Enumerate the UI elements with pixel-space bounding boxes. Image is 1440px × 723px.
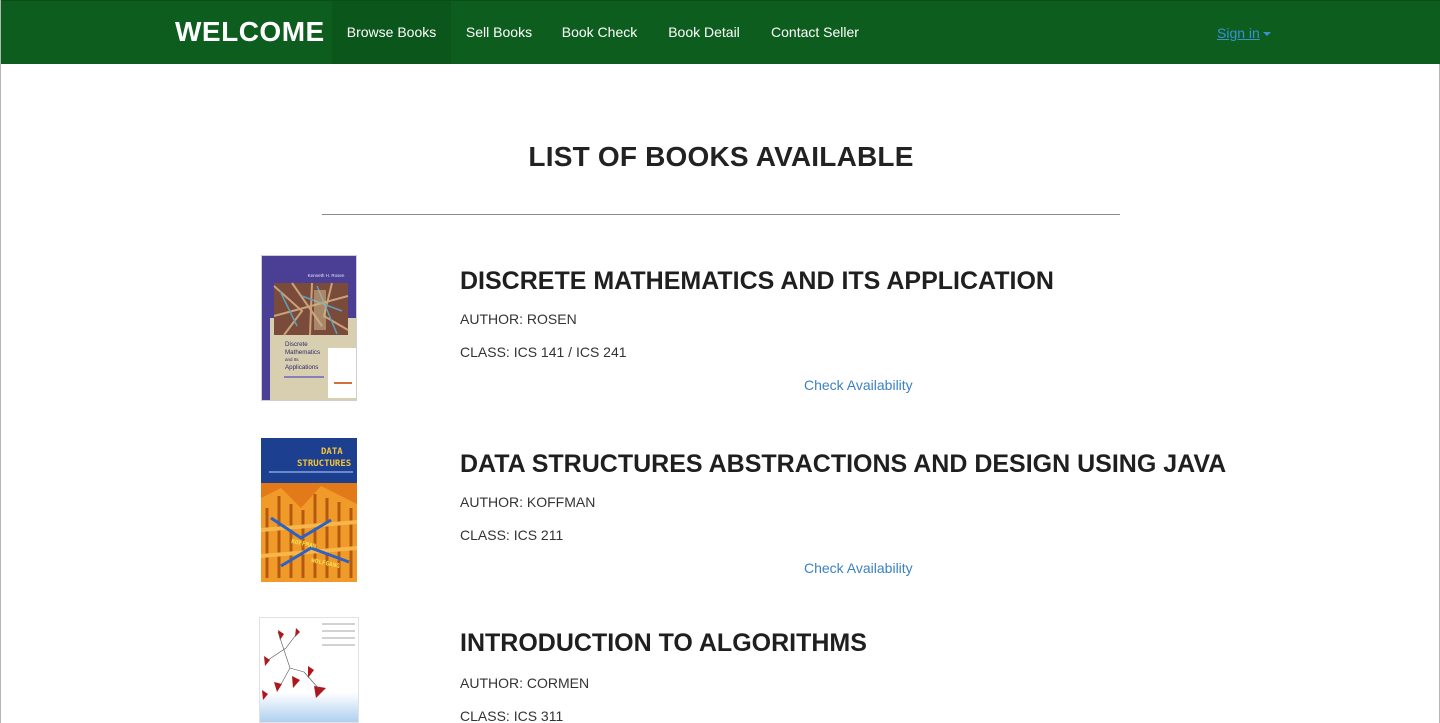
check-availability-link[interactable]: Check Availability <box>804 560 913 576</box>
book-cover-image <box>259 617 359 723</box>
check-availability-link[interactable]: Check Availability <box>804 377 913 393</box>
discrete-math-cover-art: Kenneth H. Rosen Discrete Mathematics an… <box>262 256 356 400</box>
book-title: INTRODUCTION TO ALGORITHMS <box>460 629 867 657</box>
svg-text:DATA: DATA <box>321 447 343 457</box>
nav-book-detail[interactable]: Book Detail <box>652 1 756 64</box>
svg-text:and Its: and Its <box>285 357 299 362</box>
signin-dropdown[interactable]: Sign in <box>1217 25 1271 41</box>
svg-text:Applications: Applications <box>285 364 318 371</box>
book-title: DATA STRUCTURES ABSTRACTIONS AND DESIGN … <box>460 450 1227 478</box>
top-navbar: WELCOME Browse Books Sell Books Book Che… <box>1 0 1440 64</box>
svg-text:Discrete: Discrete <box>285 341 308 348</box>
nav-browse-books[interactable]: Browse Books <box>332 1 451 64</box>
book-author: AUTHOR: KOFFMAN <box>460 494 596 510</box>
book-author: AUTHOR: CORMEN <box>460 675 590 691</box>
book-cover-image: DATA STRUCTURES KOFFMAN WOLFGANG <box>261 438 357 584</box>
svg-text:Mathematics: Mathematics <box>285 349 320 356</box>
book-class: CLASS: ICS 141 / ICS 241 <box>460 344 627 360</box>
algorithms-cover-art <box>260 618 358 722</box>
nav-book-check[interactable]: Book Check <box>547 1 652 64</box>
caret-down-icon <box>1262 32 1271 37</box>
book-cover-image: Kenneth H. Rosen Discrete Mathematics an… <box>261 255 357 401</box>
book-title: DISCRETE MATHEMATICS AND ITS APPLICATION <box>460 267 1054 295</box>
book-class: CLASS: ICS 211 <box>460 527 564 543</box>
svg-text:STRUCTURES: STRUCTURES <box>297 459 351 469</box>
data-structures-cover-art: DATA STRUCTURES KOFFMAN WOLFGANG <box>261 438 357 582</box>
book-author: AUTHOR: ROSEN <box>460 311 577 327</box>
cover-author-text: Kenneth H. Rosen <box>308 273 345 278</box>
brand-logo[interactable]: WELCOME <box>175 16 325 48</box>
heading-divider <box>322 214 1120 215</box>
nav-sell-books[interactable]: Sell Books <box>451 1 547 64</box>
signin-label: Sign in <box>1217 25 1260 41</box>
nav-contact-seller[interactable]: Contact Seller <box>756 1 874 64</box>
page-title: LIST OF BOOKS AVAILABLE <box>528 141 914 172</box>
book-class: CLASS: ICS 311 <box>460 708 564 723</box>
